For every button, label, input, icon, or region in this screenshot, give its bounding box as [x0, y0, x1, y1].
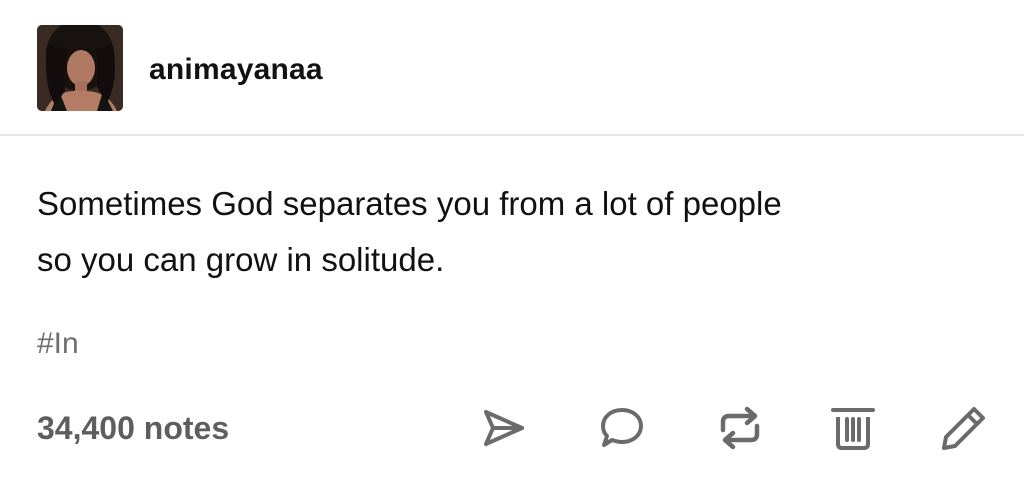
edit-icon[interactable]: [938, 404, 988, 452]
share-icon[interactable]: [480, 404, 528, 452]
post-footer: 34,400 notes: [0, 392, 1024, 468]
post-tag[interactable]: #In: [37, 327, 79, 361]
post-body: Sometimes God separates you from a lot o…: [37, 176, 997, 288]
reply-icon[interactable]: [598, 404, 646, 452]
notes-count[interactable]: 34,400 notes: [37, 410, 229, 447]
post-header: animayanaa: [0, 0, 1024, 136]
post-text-line-1: Sometimes God separates you from a lot o…: [37, 185, 782, 222]
avatar[interactable]: [37, 25, 123, 111]
author-username[interactable]: animayanaa: [149, 53, 323, 87]
avatar-photo-icon: [37, 25, 123, 111]
header-divider: [0, 134, 1024, 136]
post-card: animayanaa Sometimes God separates you f…: [0, 0, 1024, 496]
post-text-line-2: so you can grow in solitude.: [37, 241, 445, 278]
delete-icon[interactable]: [829, 404, 877, 452]
reblog-icon[interactable]: [715, 404, 765, 452]
